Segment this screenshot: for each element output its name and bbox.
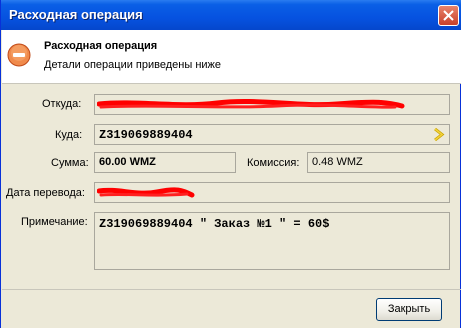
dialog-window: Расходная операция Расходная операция Де…: [0, 0, 461, 328]
date-field[interactable]: [94, 182, 450, 203]
close-icon: [443, 10, 454, 21]
amount-field[interactable]: 60.00 WMZ: [94, 152, 236, 173]
window-title: Расходная операция: [9, 7, 143, 22]
dialog-header: Расходная операция Детали операции приве…: [2, 30, 461, 84]
amount-label: Сумма:: [51, 157, 89, 169]
commission-field[interactable]: 0.48 WMZ: [307, 152, 450, 173]
from-field[interactable]: [94, 94, 450, 115]
to-label: Куда:: [55, 129, 83, 141]
minus-circle-icon: [7, 43, 31, 67]
commission-label: Комиссия:: [247, 157, 300, 169]
note-field[interactable]: Z319069889404 " Заказ №1 " = 60$: [94, 212, 450, 270]
amount-value: 60.00 WMZ: [99, 156, 156, 168]
redaction-scribble: [97, 187, 195, 198]
title-bar[interactable]: Расходная операция: [1, 0, 461, 30]
header-subtitle: Детали операции приведены ниже: [44, 59, 222, 71]
from-label: Откуда:: [42, 98, 82, 110]
footer-divider: [2, 289, 461, 290]
commission-value: 0.48 WMZ: [312, 156, 363, 168]
to-value: Z319069889404: [99, 128, 193, 142]
window-close-button[interactable]: [438, 5, 459, 26]
close-button[interactable]: Закрыть: [376, 298, 442, 321]
note-label: Примечание:: [21, 216, 88, 228]
date-label: Дата перевода:: [6, 187, 85, 199]
header-title: Расходная операция: [44, 40, 158, 52]
to-field[interactable]: Z319069889404: [94, 124, 450, 145]
note-value: Z319069889404 " Заказ №1 " = 60$: [99, 217, 330, 231]
chevron-right-icon[interactable]: [433, 128, 445, 141]
redaction-scribble: [97, 98, 405, 109]
